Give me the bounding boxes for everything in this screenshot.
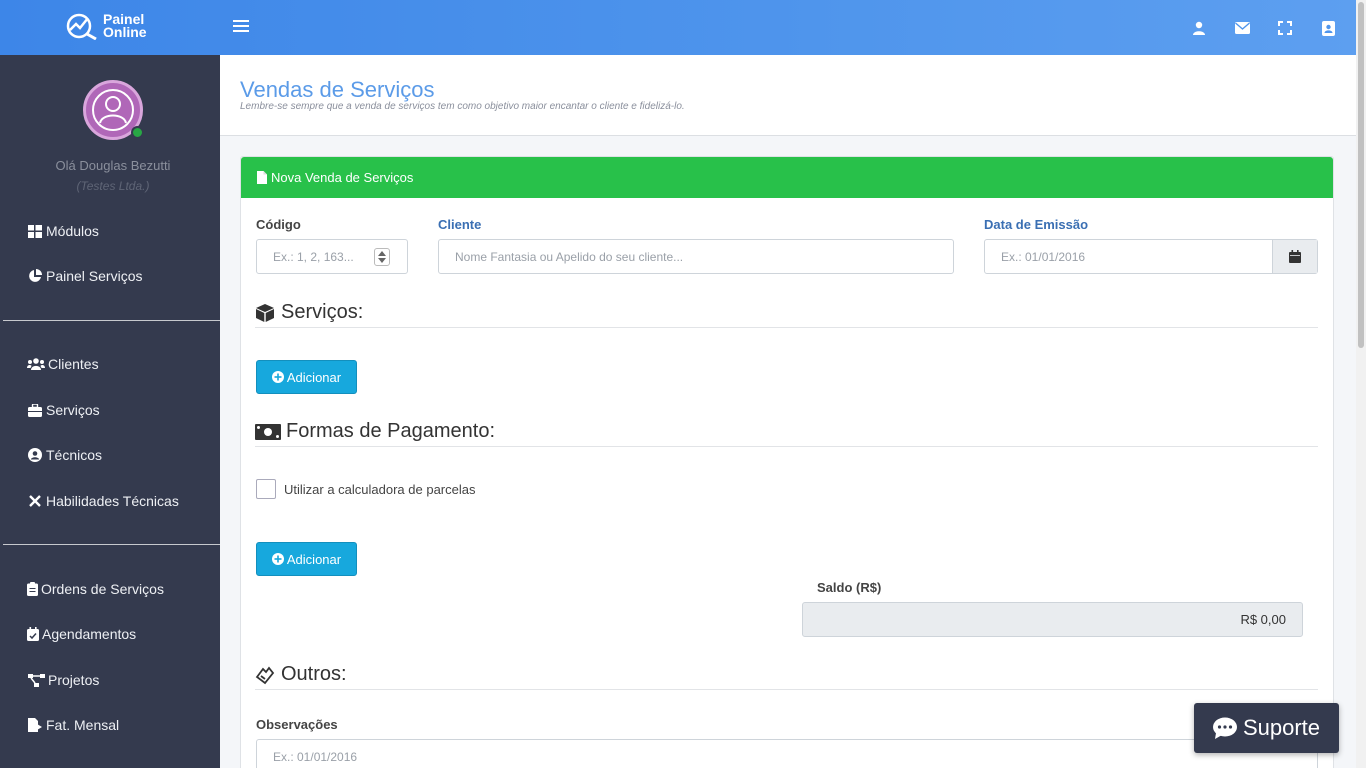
codigo-placeholder: Ex.: 1, 2, 163... bbox=[273, 249, 354, 264]
calendar-check-icon bbox=[27, 627, 39, 641]
sidebar-item-label: Técnicos bbox=[46, 447, 103, 463]
online-status-dot bbox=[131, 126, 144, 139]
file-export-icon bbox=[27, 718, 43, 732]
calculadora-label: Utilizar a calculadora de parcelas bbox=[284, 482, 476, 497]
page-header: Vendas de Serviços Lembre-se sempre que … bbox=[220, 55, 1356, 136]
observacoes-input[interactable]: Ex.: 01/01/2016 bbox=[256, 739, 1318, 768]
briefcase-icon bbox=[27, 403, 43, 417]
card-title: Nova Venda de Serviços bbox=[271, 170, 414, 185]
top-navbar: Painel Online bbox=[0, 0, 1356, 55]
support-label: Suporte bbox=[1242, 715, 1321, 740]
sidebar-item-painel-servicos[interactable]: Painel Serviços bbox=[27, 265, 143, 287]
fullscreen-icon[interactable] bbox=[1275, 18, 1295, 38]
clipboard-icon bbox=[27, 582, 38, 596]
plus-circle-icon bbox=[271, 553, 284, 565]
codigo-label: Código bbox=[256, 217, 301, 232]
scrollbar-thumb[interactable] bbox=[1358, 2, 1364, 348]
saldo-label: Saldo (R$) bbox=[817, 580, 882, 595]
servicos-heading: Serviços: bbox=[255, 298, 1318, 328]
envelope-icon[interactable] bbox=[1232, 18, 1252, 38]
money-bill-icon bbox=[255, 422, 282, 442]
sidebar-item-tecnicos[interactable]: Técnicos bbox=[27, 444, 102, 466]
menu-toggle-icon[interactable] bbox=[233, 20, 249, 34]
sidebar-item-label: Módulos bbox=[46, 223, 99, 239]
pagamento-title: Formas de Pagamento: bbox=[286, 420, 495, 442]
sidebar-item-modulos[interactable]: Módulos bbox=[27, 220, 99, 242]
user-circle-icon bbox=[27, 448, 43, 462]
sidebar: Olá Douglas Bezutti (Testes Ltda.) Módul… bbox=[0, 55, 220, 768]
box-icon bbox=[255, 303, 277, 323]
cliente-placeholder: Nome Fantasia ou Apelido do seu cliente.… bbox=[455, 249, 684, 264]
observacoes-label: Observações bbox=[256, 717, 338, 732]
user-icon[interactable] bbox=[1189, 18, 1209, 38]
servicos-title: Serviços: bbox=[281, 301, 364, 323]
logo-icon bbox=[66, 13, 97, 40]
chat-bubble-icon bbox=[1212, 717, 1237, 739]
sidebar-item-label: Agendamentos bbox=[42, 626, 137, 642]
add-service-button[interactable]: Adicionar bbox=[256, 360, 357, 394]
address-book-icon[interactable] bbox=[1318, 18, 1338, 38]
sidebar-item-habilidades-tecnicas[interactable]: Habilidades Técnicas bbox=[27, 490, 179, 512]
sidebar-item-label: Painel Serviços bbox=[46, 268, 143, 284]
pie-chart-icon bbox=[27, 269, 43, 283]
sidebar-item-label: Habilidades Técnicas bbox=[46, 493, 179, 509]
support-button[interactable]: Suporte bbox=[1194, 703, 1339, 753]
cliente-input[interactable]: Nome Fantasia ou Apelido do seu cliente.… bbox=[438, 239, 954, 274]
sidebar-item-label: Projetos bbox=[48, 672, 100, 688]
sidebar-item-label: Ordens de Serviços bbox=[41, 581, 164, 597]
data-emissao-placeholder: Ex.: 01/01/2016 bbox=[1001, 249, 1086, 264]
avatar[interactable] bbox=[83, 80, 144, 140]
plus-circle-icon bbox=[271, 371, 284, 383]
sidebar-item-label: Clientes bbox=[48, 356, 99, 372]
codigo-input[interactable]: Ex.: 1, 2, 163... bbox=[256, 239, 408, 274]
calendar-icon bbox=[1289, 250, 1301, 263]
sidebar-item-servicos[interactable]: Serviços bbox=[27, 399, 100, 421]
data-emissao-label: Data de Emissão bbox=[984, 217, 1089, 232]
number-spinner-icon[interactable] bbox=[374, 248, 390, 266]
sidebar-item-projetos[interactable]: Projetos bbox=[27, 669, 99, 691]
observacoes-placeholder: Ex.: 01/01/2016 bbox=[273, 749, 358, 764]
page-title: Vendas de Serviços bbox=[240, 77, 435, 102]
brand-line2: Online bbox=[103, 24, 147, 40]
tools-icon bbox=[27, 494, 43, 508]
cliente-label: Cliente bbox=[438, 217, 482, 232]
page-subtitle: Lembre-se sempre que a venda de serviços… bbox=[240, 101, 685, 112]
brand-name: Painel Online bbox=[103, 12, 147, 40]
sidebar-divider bbox=[3, 320, 220, 321]
sidebar-item-fat-mensal[interactable]: Fat. Mensal bbox=[27, 714, 119, 736]
calendar-button[interactable] bbox=[1272, 240, 1317, 273]
add-service-label: Adicionar bbox=[286, 369, 342, 385]
calculadora-checkbox[interactable] bbox=[256, 479, 276, 499]
sidebar-item-label: Fat. Mensal bbox=[46, 717, 120, 733]
add-payment-button[interactable]: Adicionar bbox=[256, 542, 357, 576]
sidebar-item-agendamentos[interactable]: Agendamentos bbox=[27, 623, 136, 645]
sidebar-item-label: Serviços bbox=[46, 402, 100, 418]
file-icon bbox=[257, 171, 267, 184]
page-scrollbar[interactable] bbox=[1356, 0, 1366, 768]
saldo-value: R$ 0,00 bbox=[1240, 612, 1286, 627]
sidebar-item-clientes[interactable]: Clientes bbox=[27, 353, 99, 375]
sidebar-item-ordens-de-servicos[interactable]: Ordens de Serviços bbox=[27, 578, 164, 600]
add-payment-label: Adicionar bbox=[286, 551, 342, 567]
project-diagram-icon bbox=[27, 673, 45, 687]
grid-icon bbox=[27, 224, 43, 238]
user-greeting: Olá Douglas Bezutti bbox=[55, 158, 171, 173]
user-company: (Testes Ltda.) bbox=[76, 179, 150, 193]
outros-heading: Outros: bbox=[255, 660, 1318, 690]
brand-logo[interactable]: Painel Online bbox=[66, 10, 166, 44]
data-emissao-input[interactable]: Ex.: 01/01/2016 bbox=[984, 239, 1318, 274]
outros-title: Outros: bbox=[281, 663, 347, 685]
saldo-field: R$ 0,00 bbox=[802, 602, 1303, 637]
pagamento-heading: Formas de Pagamento: bbox=[255, 417, 1318, 447]
sidebar-divider bbox=[3, 544, 220, 545]
card-header: Nova Venda de Serviços bbox=[241, 157, 1333, 198]
users-icon bbox=[27, 357, 45, 371]
handshake-icon bbox=[255, 665, 277, 685]
